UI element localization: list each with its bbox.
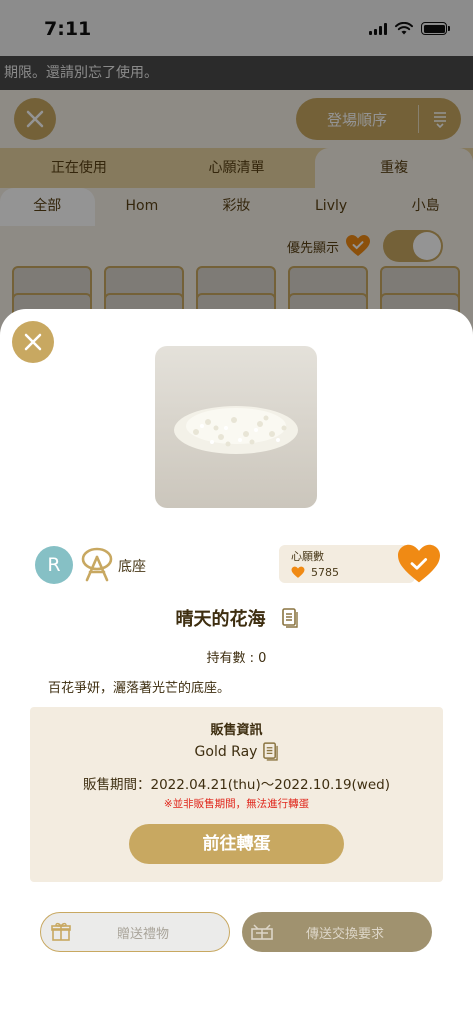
send-gift-label: 贈送禮物 — [116, 926, 169, 942]
trade-request-button[interactable]: 傳送交換要求 — [242, 912, 432, 952]
gacha-name-row: Gold Ray — [30, 742, 443, 761]
wishlist-heart-button[interactable] — [396, 543, 442, 585]
go-to-gacha-button[interactable]: 前往轉蛋 — [129, 824, 344, 864]
item-detail-sheet: R 底座 心願數 5785 晴天的花海 持有數 : 0 百花爭妍，灑落著光芒的底… — [0, 309, 473, 1024]
item-name: 晴天的花海 — [175, 609, 266, 630]
small-heart-icon — [291, 566, 305, 578]
sale-info-box: 販售資訊 Gold Ray 販售期間：2022.04.21(thu)～2022.… — [30, 707, 443, 882]
rarity-badge: R — [35, 546, 73, 584]
wishlist-label: 心願數 — [291, 550, 324, 563]
item-image — [155, 346, 317, 508]
base-category-icon — [81, 547, 113, 582]
sale-warning: ※並非販售期間，無法進行轉蛋 — [163, 798, 310, 810]
item-name-row: 晴天的花海 — [0, 605, 473, 631]
gift-icon — [41, 922, 81, 942]
send-gift-button[interactable]: 贈送禮物 — [40, 912, 230, 952]
flower-field-image — [174, 406, 298, 454]
wishlist-count-box: 心願數 5785 — [279, 545, 415, 583]
document-icon[interactable] — [263, 742, 279, 761]
close-sheet-button[interactable] — [12, 321, 54, 363]
owned-count: 持有數 : 0 — [206, 651, 267, 666]
trade-request-label: 傳送交換要求 — [305, 926, 384, 942]
sale-period: 販售期間：2022.04.21(thu)～2022.10.19(wed) — [83, 777, 390, 793]
gacha-name: Gold Ray — [194, 743, 258, 760]
category-label: 底座 — [118, 559, 146, 575]
sale-info-title: 販售資訊 — [210, 723, 263, 738]
document-icon[interactable] — [281, 608, 298, 628]
wishlist-count: 5785 — [311, 566, 339, 579]
item-description: 百花爭妍，灑落著光芒的底座。 — [48, 681, 231, 696]
trade-icon — [242, 923, 282, 941]
close-icon — [24, 333, 42, 351]
